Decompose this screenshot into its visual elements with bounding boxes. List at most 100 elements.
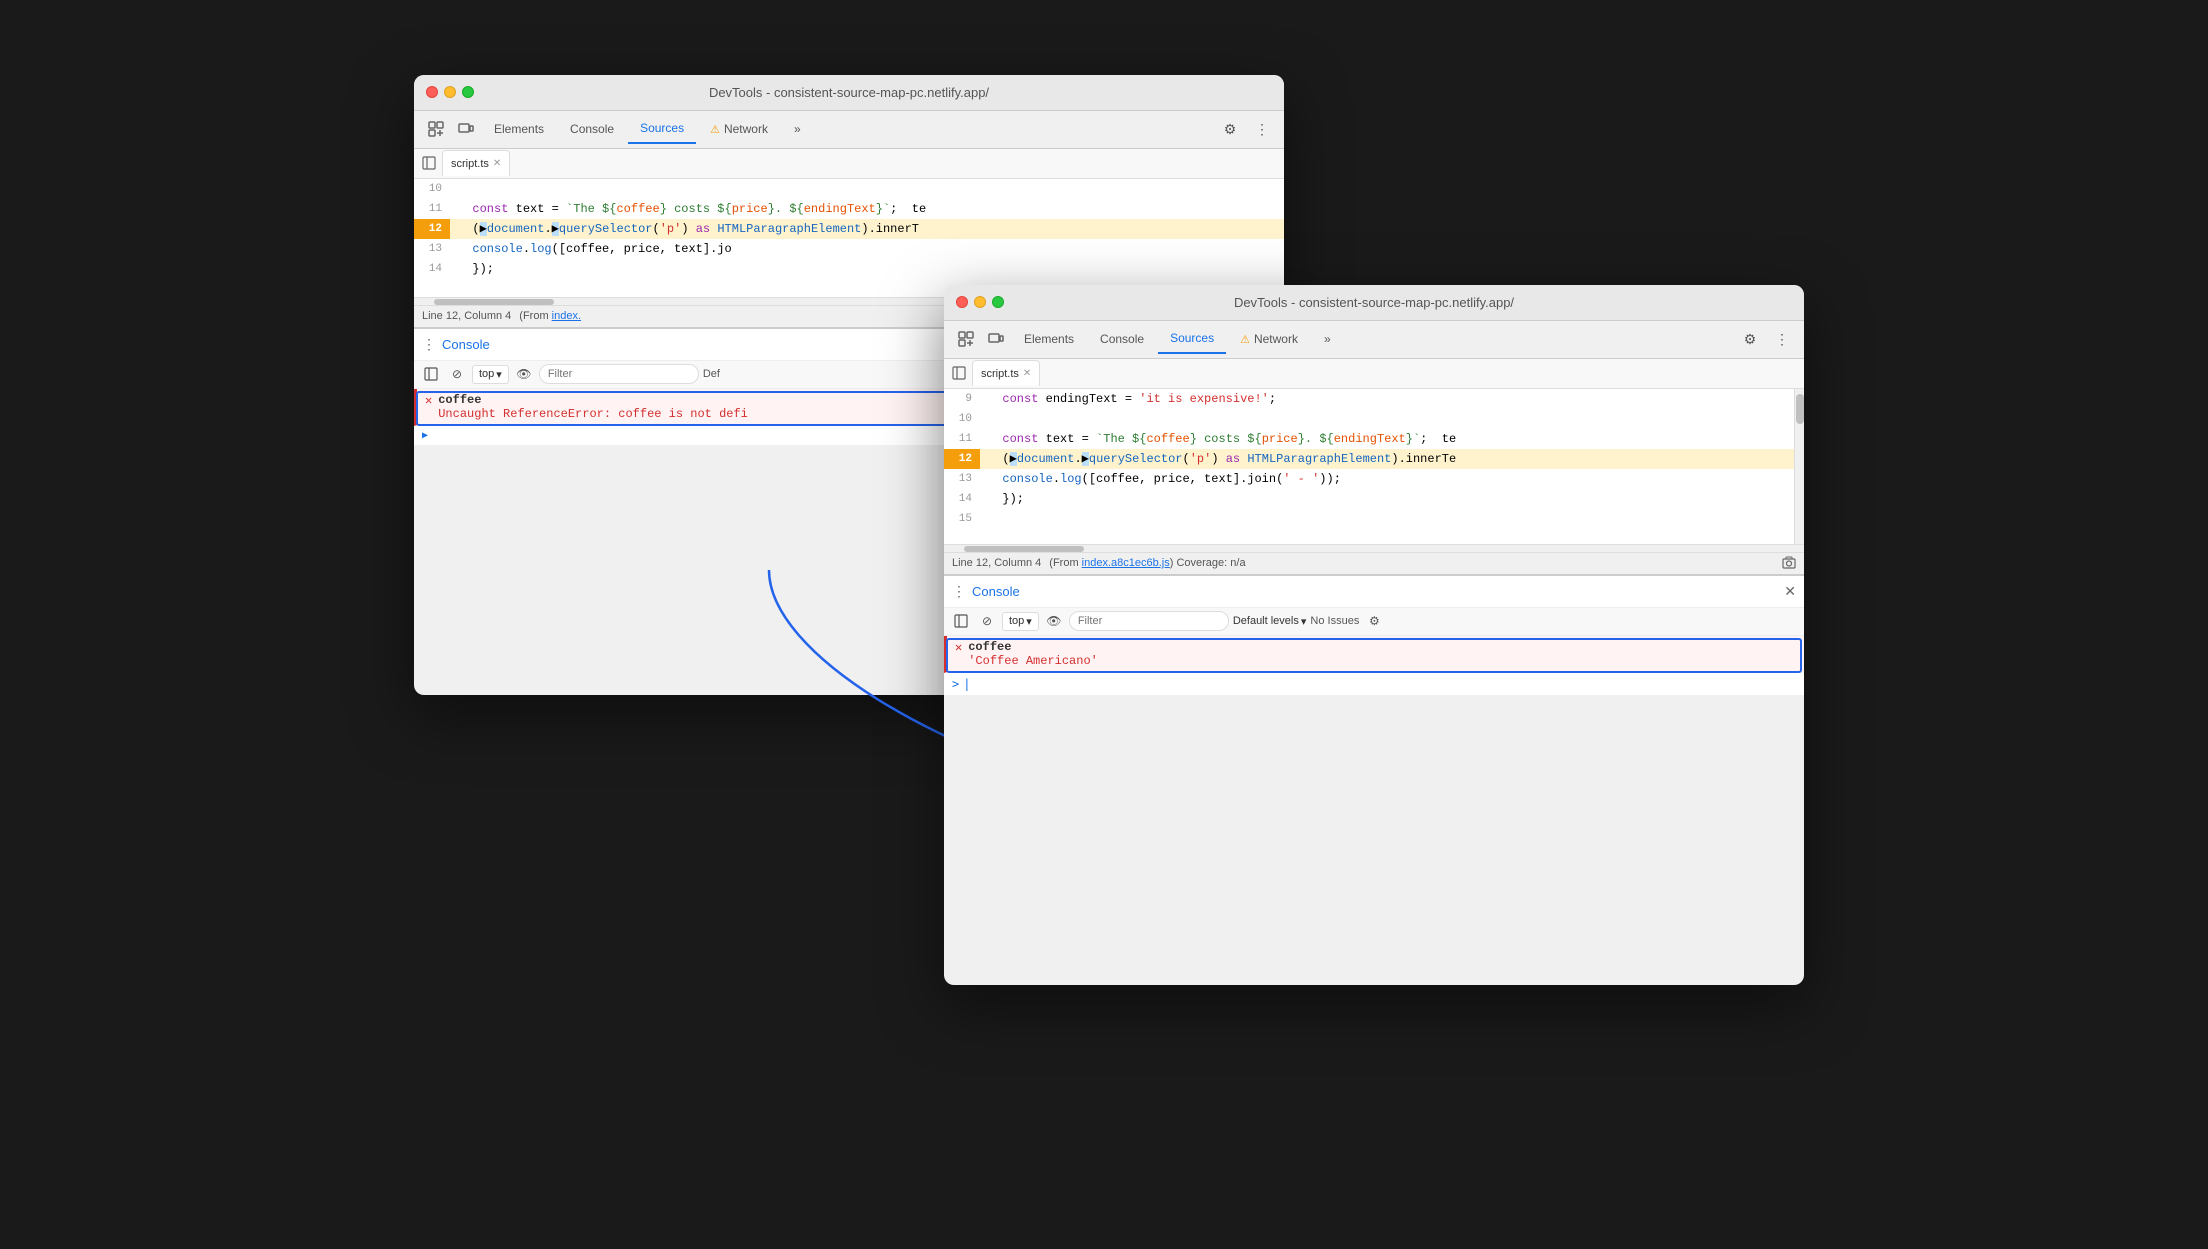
code-line-14-back: 14 }); — [414, 259, 1284, 279]
file-tab-close-front[interactable]: ✕ — [1023, 368, 1031, 379]
code-line-13-back: 13 console.log([coffee, price, text].jo — [414, 239, 1284, 259]
console-clear-btn-back[interactable]: ⊘ — [446, 363, 468, 385]
maximize-button-back[interactable] — [462, 86, 474, 98]
chevron-down-icon-levels: ▾ — [1301, 615, 1307, 628]
default-levels-back: Def — [703, 368, 720, 380]
tab-console-front[interactable]: Console — [1088, 324, 1156, 354]
window-title-front: DevTools - consistent-source-map-pc.netl… — [1234, 295, 1514, 310]
h-scrollbar-front[interactable] — [944, 544, 1804, 552]
expand-icon-back[interactable]: ▶ — [422, 430, 428, 441]
more-icon-front[interactable]: ⋮ — [1768, 325, 1796, 353]
close-button-back[interactable] — [426, 86, 438, 98]
code-line-9-front: 9 const endingText = 'it is expensive!'; — [944, 389, 1794, 409]
tab-more-front[interactable]: » — [1312, 324, 1343, 354]
coffee-entry-container: ✕ coffee 'Coffee Americano' — [944, 636, 1804, 673]
console-sidebar-btn-back[interactable] — [420, 363, 442, 385]
code-line-12-back: 12 (▶document.▶querySelector('p') as HTM… — [414, 219, 1284, 239]
index-link-front[interactable]: index.a8c1ec6b.js — [1082, 557, 1170, 569]
line-col-back: Line 12, Column 4 — [422, 310, 511, 322]
traffic-lights-back — [426, 86, 474, 98]
code-line-13-front: 13 console.log([coffee, price, text].joi… — [944, 469, 1794, 489]
h-scroll-thumb-front[interactable] — [964, 546, 1084, 552]
v-scroll-thumb-front[interactable] — [1796, 394, 1804, 424]
sidebar-toggle-icon-back[interactable] — [418, 152, 440, 174]
line-col-front: Line 12, Column 4 — [952, 557, 1041, 569]
top-selector-back[interactable]: top ▾ — [472, 365, 509, 384]
console-title-back: Console — [442, 337, 490, 352]
tab-network-front[interactable]: ⚠ Network — [1228, 324, 1310, 354]
warning-icon-back: ⚠ — [710, 123, 720, 136]
close-button-front[interactable] — [956, 296, 968, 308]
console-settings-btn-front[interactable]: ⚙ — [1363, 610, 1385, 632]
tab-more-back[interactable]: » — [782, 114, 813, 144]
window-title-back: DevTools - consistent-source-map-pc.netl… — [709, 85, 989, 100]
h-scroll-thumb-back[interactable] — [434, 299, 554, 305]
code-line-11-front: 11 const text = `The ${coffee} costs ${p… — [944, 429, 1794, 449]
device-icon-front[interactable] — [982, 325, 1010, 353]
console-prompt-front[interactable]: > | — [944, 673, 1804, 695]
console-clear-btn-front[interactable]: ⊘ — [976, 610, 998, 632]
console-eye-btn-front[interactable]: 👁 — [1043, 610, 1065, 632]
tab-console-back[interactable]: Console — [558, 114, 626, 144]
from-label-back: (From index. — [519, 310, 581, 322]
file-tab-bar-front: script.ts ✕ — [944, 359, 1804, 389]
tab-network-back[interactable]: ⚠ Network — [698, 114, 780, 144]
console-title-front: Console — [972, 584, 1020, 599]
settings-icon-front[interactable]: ⚙ — [1736, 325, 1764, 353]
minimize-button-back[interactable] — [444, 86, 456, 98]
blue-outline-front — [946, 638, 1802, 673]
chevron-down-icon-front: ▾ — [1026, 615, 1032, 628]
tabs-actions-front: ⚙ ⋮ — [1736, 325, 1796, 353]
file-tab-close-back[interactable]: ✕ — [493, 158, 501, 169]
title-bar-back: DevTools - consistent-source-map-pc.netl… — [414, 75, 1284, 111]
traffic-lights-front — [956, 296, 1004, 308]
sidebar-toggle-icon-front[interactable] — [948, 362, 970, 384]
code-line-15-front: 15 — [944, 509, 1794, 529]
tabs-row-back: Elements Console Sources ⚠ Network » ⚙ ⋮ — [414, 111, 1284, 149]
top-selector-front[interactable]: top ▾ — [1002, 612, 1039, 631]
console-sidebar-btn-front[interactable] — [950, 610, 972, 632]
code-area-back: 10 11 const text = `The ${coffee} costs … — [414, 179, 1284, 297]
console-menu-icon-front[interactable]: ⋮ — [952, 583, 966, 600]
tab-sources-front[interactable]: Sources — [1158, 324, 1226, 354]
minimize-button-front[interactable] — [974, 296, 986, 308]
code-line-12-front: 12 (▶document.▶querySelector('p') as HTM… — [944, 449, 1794, 469]
devtools-window-front: DevTools - consistent-source-map-pc.netl… — [944, 285, 1804, 985]
console-menu-icon-back[interactable]: ⋮ — [422, 336, 436, 353]
code-line-10-front: 10 — [944, 409, 1794, 429]
code-area-front: 9 const endingText = 'it is expensive!';… — [944, 389, 1794, 544]
device-icon-back[interactable] — [452, 115, 480, 143]
tab-sources-back[interactable]: Sources — [628, 114, 696, 144]
inspect-icon-front[interactable] — [952, 325, 980, 353]
maximize-button-front[interactable] — [992, 296, 1004, 308]
index-link-back[interactable]: index. — [552, 310, 581, 322]
code-line-11-back: 11 const text = `The ${coffee} costs ${p… — [414, 199, 1284, 219]
console-header-front: ⋮ Console ✕ — [944, 576, 1804, 608]
v-scrollbar-front[interactable] — [1794, 389, 1804, 544]
tab-elements-front[interactable]: Elements — [1012, 324, 1086, 354]
file-tab-script-back[interactable]: script.ts ✕ — [442, 150, 510, 176]
file-tab-bar-back: script.ts ✕ — [414, 149, 1284, 179]
inspect-icon-back[interactable] — [422, 115, 450, 143]
file-tab-script-front[interactable]: script.ts ✕ — [972, 360, 1040, 386]
chevron-down-icon-back: ▾ — [496, 368, 502, 381]
more-icon-back[interactable]: ⋮ — [1248, 115, 1276, 143]
tab-elements-back[interactable]: Elements — [482, 114, 556, 144]
prompt-symbol-front: > — [952, 677, 959, 691]
warning-icon-front: ⚠ — [1240, 333, 1250, 346]
console-toolbar-front: ⊘ top ▾ 👁 Default levels ▾ No Issues ⚙ — [944, 608, 1804, 636]
console-area-front: ⋮ Console ✕ ⊘ top ▾ 👁 — [944, 574, 1804, 695]
default-levels-front[interactable]: Default levels ▾ — [1233, 615, 1307, 628]
console-close-btn-front[interactable]: ✕ — [1784, 583, 1796, 600]
console-eye-btn-back[interactable]: 👁 — [513, 363, 535, 385]
status-bar-front: Line 12, Column 4 (From index.a8c1ec6b.j… — [944, 552, 1804, 574]
filter-input-back[interactable] — [539, 364, 699, 384]
code-area-container-front: 9 const endingText = 'it is expensive!';… — [944, 389, 1804, 544]
scene: DevTools - consistent-source-map-pc.netl… — [414, 75, 1794, 1175]
settings-icon-back[interactable]: ⚙ — [1216, 115, 1244, 143]
tabs-row-front: Elements Console Sources ⚠ Network » ⚙ ⋮ — [944, 321, 1804, 359]
filter-input-front[interactable] — [1069, 611, 1229, 631]
tabs-actions-back: ⚙ ⋮ — [1216, 115, 1276, 143]
screenshot-btn[interactable] — [1782, 556, 1796, 570]
code-line-10-back: 10 — [414, 179, 1284, 199]
